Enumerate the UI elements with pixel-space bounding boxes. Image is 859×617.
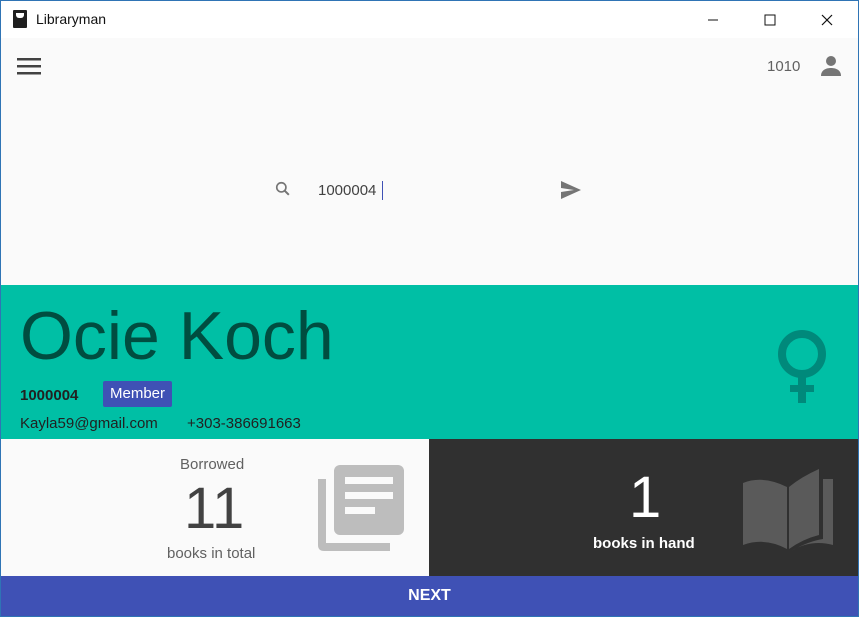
text-caret — [382, 181, 383, 200]
current-user-id: 1010 — [767, 58, 801, 75]
in-hand-subtitle: books in hand — [593, 535, 695, 552]
next-button[interactable]: NEXT — [1, 576, 858, 616]
account-icon — [821, 56, 841, 76]
menu-button[interactable] — [11, 51, 47, 81]
search-input[interactable] — [311, 176, 551, 204]
minimize-button[interactable] — [684, 1, 742, 38]
borrowed-subtitle: books in total — [167, 545, 256, 562]
member-profile-card: Ocie Koch 1000004 Member Kayla59@gmail.c… — [1, 285, 858, 439]
member-id: 1000004 — [20, 387, 79, 404]
borrowed-count: 11 — [184, 476, 245, 541]
member-name: Ocie Koch — [20, 298, 334, 374]
window-title: Libraryman — [36, 11, 107, 27]
in-hand-count: 1 — [629, 465, 662, 530]
library-books-icon — [318, 465, 404, 551]
female-icon — [778, 330, 826, 403]
in-hand-stat-card: 1 books in hand — [429, 439, 858, 576]
member-phone: +303-386691663 — [187, 415, 301, 432]
send-icon — [561, 181, 581, 199]
borrowed-stat-card: Borrowed 11 books in total — [1, 439, 429, 576]
open-book-icon — [743, 469, 833, 551]
minimize-icon — [708, 19, 718, 20]
app-window: Libraryman 1010 Ocie — [1, 1, 858, 616]
hamburger-menu-icon — [17, 58, 41, 75]
borrowed-title: Borrowed — [180, 456, 245, 473]
search-icon — [275, 181, 290, 196]
member-email: Kayla59@gmail.com — [20, 415, 158, 432]
maximize-button[interactable] — [741, 1, 799, 38]
maximize-icon — [764, 14, 776, 25]
member-type-badge: Member — [103, 381, 173, 407]
search-submit-button[interactable] — [557, 177, 585, 203]
title-bar: Libraryman — [1, 1, 858, 38]
close-icon — [821, 14, 833, 25]
close-button[interactable] — [798, 1, 856, 38]
account-button[interactable] — [816, 51, 846, 81]
app-book-icon — [13, 10, 27, 28]
